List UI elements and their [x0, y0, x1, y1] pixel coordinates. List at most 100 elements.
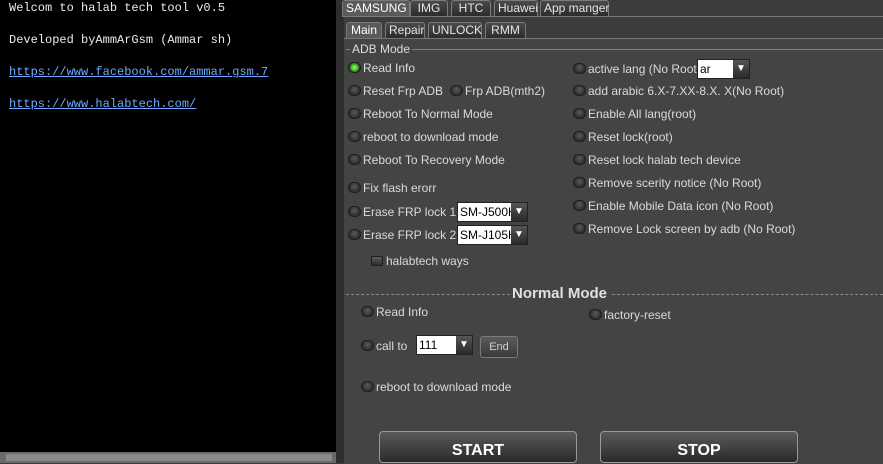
- option-fix-flash-error[interactable]: Fix flash erorr: [348, 181, 436, 195]
- select-value: SM-J500H: [460, 205, 517, 219]
- radio-icon: [348, 131, 361, 142]
- end-call-button[interactable]: End: [480, 336, 518, 358]
- option-add-arabic[interactable]: add arabic 6.X-7.XX-8.X. X(No Root): [573, 84, 784, 98]
- radio-icon: [573, 63, 586, 74]
- console-line-welcome: Welcom to halab tech tool v0.5: [9, 1, 226, 15]
- facebook-link[interactable]: https://www.facebook.com/ammar.gsm.7: [9, 65, 268, 79]
- tab-unlock[interactable]: UNLOCK: [428, 22, 482, 38]
- lang-select[interactable]: ar ▼: [697, 59, 750, 79]
- option-label: Enable All lang(root): [588, 107, 697, 121]
- normal-mode-divider-right: [612, 294, 883, 295]
- option-erase-frp-lock-2[interactable]: Erase FRP lock 2: [348, 228, 456, 242]
- chevron-down-icon: ▼: [733, 60, 749, 78]
- chevron-down-icon: ▼: [511, 226, 527, 244]
- option-reboot-download[interactable]: reboot to download mode: [348, 130, 498, 144]
- option-label: Reset lock halab tech device: [588, 153, 741, 167]
- tabbar-divider: [342, 16, 883, 17]
- option-label: Erase FRP lock 1: [363, 205, 457, 219]
- radio-icon: [589, 309, 602, 320]
- option-frp-adb-mth2[interactable]: Frp ADB(mth2): [450, 84, 545, 98]
- option-label: Read Info: [376, 305, 429, 319]
- tab-img[interactable]: IMG: [410, 0, 448, 16]
- option-normal-reboot-download[interactable]: reboot to download mode: [361, 380, 511, 394]
- option-label: active lang (No Root): [588, 62, 701, 76]
- option-reset-frp-adb[interactable]: Reset Frp ADB: [348, 84, 443, 98]
- radio-icon: [348, 206, 361, 217]
- option-label: Reset lock(root): [588, 130, 673, 144]
- checkbox-halabtech-ways[interactable]: halabtech ways: [371, 254, 469, 268]
- radio-icon: [573, 223, 586, 234]
- option-active-lang[interactable]: active lang (No Root): [573, 62, 701, 76]
- option-remove-security-notice[interactable]: Remove scerity notice (No Root): [573, 176, 761, 190]
- option-label: Erase FRP lock 2: [363, 228, 457, 242]
- radio-icon: [348, 229, 361, 240]
- option-label: Reboot To Recovery Mode: [363, 153, 505, 167]
- tab-samsung[interactable]: SAMSUNG: [342, 0, 410, 16]
- select-value: SM-J105H: [460, 228, 517, 242]
- radio-icon: [361, 340, 374, 351]
- radio-icon: [361, 381, 374, 392]
- option-call-to[interactable]: call to: [361, 339, 407, 353]
- stop-button[interactable]: STOP: [600, 431, 798, 463]
- option-label: factory-reset: [604, 308, 671, 322]
- checkbox-icon: [371, 256, 383, 266]
- tab-app-manager[interactable]: App manger: [540, 0, 609, 16]
- option-reboot-recovery[interactable]: Reboot To Recovery Mode: [348, 153, 505, 167]
- tab-htc[interactable]: HTC: [451, 0, 491, 16]
- chevron-down-icon: ▼: [511, 203, 527, 221]
- select-value: ar: [700, 62, 711, 76]
- normal-mode-title: Normal Mode: [512, 285, 608, 302]
- radio-icon: [573, 177, 586, 188]
- option-label: call to: [376, 339, 408, 353]
- option-label: Read Info: [363, 61, 416, 75]
- splitter: [336, 0, 344, 463]
- radio-selected-icon: [348, 62, 361, 73]
- option-label: add arabic 6.X-7.XX-8.X. X(No Root): [588, 84, 785, 98]
- option-normal-read-info[interactable]: Read Info: [361, 305, 428, 319]
- option-reset-lock-root[interactable]: Reset lock(root): [573, 130, 673, 144]
- adb-mode-title: ADB Mode: [350, 42, 413, 56]
- option-remove-lock-screen-adb[interactable]: Remove Lock screen by adb (No Root): [573, 222, 795, 236]
- call-number-select[interactable]: 111 ▼: [416, 335, 473, 355]
- option-enable-all-lang[interactable]: Enable All lang(root): [573, 107, 696, 121]
- option-enable-mobile-data-icon[interactable]: Enable Mobile Data icon (No Root): [573, 199, 773, 213]
- radio-icon: [573, 200, 586, 211]
- frp2-model-select[interactable]: SM-J105H ▼: [457, 225, 528, 245]
- option-label: Remove Lock screen by adb (No Root): [588, 222, 796, 236]
- option-label: Reboot To Normal Mode: [363, 107, 493, 121]
- select-value: 111: [419, 338, 438, 352]
- option-label: Enable Mobile Data icon (No Root): [588, 199, 774, 213]
- chevron-down-icon: ▼: [456, 336, 472, 354]
- option-label: reboot to download mode: [376, 380, 512, 394]
- option-read-info[interactable]: Read Info: [348, 61, 415, 75]
- option-factory-reset[interactable]: factory-reset: [589, 308, 671, 322]
- option-erase-frp-lock-1[interactable]: Erase FRP lock 1: [348, 205, 456, 219]
- radio-icon: [573, 154, 586, 165]
- radio-icon: [573, 131, 586, 142]
- console-line-developer: Developed byAmmArGsm (Ammar sh): [9, 33, 233, 47]
- option-reboot-normal[interactable]: Reboot To Normal Mode: [348, 107, 493, 121]
- website-link[interactable]: https://www.halabtech.com/: [9, 97, 196, 111]
- radio-icon: [573, 85, 586, 96]
- radio-icon: [348, 85, 361, 96]
- option-label: Frp ADB(mth2): [465, 84, 546, 98]
- option-reset-lock-halab[interactable]: Reset lock halab tech device: [573, 153, 741, 167]
- tab-huawei[interactable]: Huawei: [494, 0, 538, 16]
- console-horizontal-scrollbar[interactable]: [0, 452, 340, 463]
- tab-main[interactable]: Main: [346, 22, 382, 38]
- option-label: halabtech ways: [386, 254, 469, 268]
- option-label: reboot to download mode: [363, 130, 499, 144]
- radio-icon: [348, 108, 361, 119]
- option-label: Fix flash erorr: [363, 181, 437, 195]
- start-button[interactable]: START: [379, 431, 577, 463]
- normal-mode-divider-left: [346, 294, 510, 295]
- radio-icon: [573, 108, 586, 119]
- option-label: Reset Frp ADB: [363, 84, 444, 98]
- frp1-model-select[interactable]: SM-J500H ▼: [457, 202, 528, 222]
- radio-icon: [348, 182, 361, 193]
- radio-icon: [348, 154, 361, 165]
- radio-icon: [450, 85, 463, 96]
- console-output: Welcom to halab tech tool v0.5 Developed…: [0, 0, 340, 452]
- tab-repair[interactable]: Repair: [385, 22, 425, 38]
- tab-rmm[interactable]: RMM: [485, 22, 526, 38]
